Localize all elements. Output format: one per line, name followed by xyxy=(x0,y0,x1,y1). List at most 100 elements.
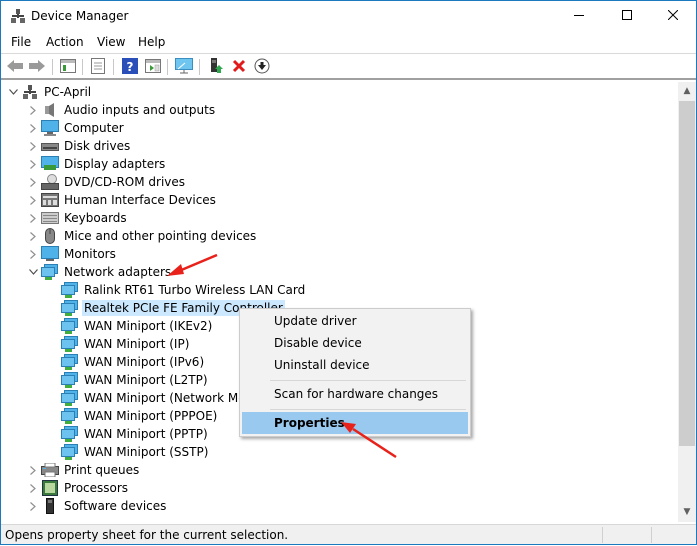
mouse-icon xyxy=(41,228,59,244)
tree-category-processors[interactable]: Processors xyxy=(25,479,130,497)
chevron-down-icon[interactable] xyxy=(25,263,41,281)
tree-device-item[interactable]: WAN Miniport (IP) xyxy=(45,335,191,353)
update-driver-button[interactable] xyxy=(207,57,225,76)
network-adapter-icon xyxy=(61,282,79,298)
scan-hardware-button[interactable] xyxy=(175,57,193,77)
tree-root-pc[interactable]: PC-April xyxy=(5,83,93,101)
tree-item-label: DVD/CD-ROM drives xyxy=(64,175,186,189)
context-menu-scan-hardware[interactable]: Scan for hardware changes xyxy=(242,383,468,405)
minimize-button[interactable] xyxy=(556,1,602,31)
toolbar-separator xyxy=(167,59,168,75)
scroll-down-button[interactable]: ▼ xyxy=(678,503,696,520)
scan-hardware-monitor-icon xyxy=(175,57,193,77)
menu-action[interactable]: Action xyxy=(46,35,84,49)
dvd-drive-icon xyxy=(41,174,59,190)
device-tree: PC-April Audio inputs and outputs Computer… xyxy=(1,82,678,522)
network-adapter-icon xyxy=(61,318,79,334)
tree-category-mice-and-other-pointing-devices[interactable]: Mice and other pointing devices xyxy=(25,227,258,245)
menu-bar: File Action View Help xyxy=(1,32,696,54)
status-text: Opens property sheet for the current sel… xyxy=(5,528,289,542)
tree-item-label: Display adapters xyxy=(64,157,166,171)
menu-view[interactable]: View xyxy=(97,35,125,49)
tree-category-disk-drives[interactable]: Disk drives xyxy=(25,137,132,155)
tree-item-label: WAN Miniport (L2TP) xyxy=(84,373,208,387)
tree-category-human-interface-devices[interactable]: Human Interface Devices xyxy=(25,191,218,209)
uninstall-device-button[interactable] xyxy=(230,58,248,76)
show-hide-console-tree-button[interactable] xyxy=(59,58,77,76)
chevron-right-icon[interactable] xyxy=(25,209,41,227)
network-adapter-icon xyxy=(61,408,79,424)
chevron-right-icon[interactable] xyxy=(25,191,41,209)
tree-category-keyboards[interactable]: Keyboards xyxy=(25,209,129,227)
context-menu-disable-device[interactable]: Disable device xyxy=(242,332,468,354)
tree-device-item[interactable]: WAN Miniport (SSTP) xyxy=(45,443,210,461)
tree-device-item[interactable]: WAN Miniport (PPPOE) xyxy=(45,407,219,425)
disable-device-button[interactable] xyxy=(253,58,271,76)
properties-button[interactable] xyxy=(89,57,107,76)
chevron-right-icon[interactable] xyxy=(25,497,41,515)
menu-help[interactable]: Help xyxy=(138,35,165,49)
tree-category-display-adapters[interactable]: Display adapters xyxy=(25,155,167,173)
chevron-right-icon[interactable] xyxy=(25,137,41,155)
tree-category-computer[interactable]: Computer xyxy=(25,119,126,137)
status-separator xyxy=(651,527,652,543)
vertical-scrollbar[interactable]: ▲ ▼ xyxy=(678,82,696,522)
tree-item-label: PC-April xyxy=(44,85,92,99)
tree-category-software-devices[interactable]: Software devices xyxy=(25,497,168,515)
chevron-up-icon: ▲ xyxy=(683,85,691,96)
tree-device-item[interactable]: WAN Miniport (PPTP) xyxy=(45,425,210,443)
chevron-right-icon[interactable] xyxy=(25,119,41,137)
chevron-down-icon[interactable] xyxy=(5,83,21,101)
tree-item-label: Network adapters xyxy=(64,265,172,279)
forward-button[interactable] xyxy=(28,58,46,76)
tree-device-item[interactable]: Ralink RT61 Turbo Wireless LAN Card xyxy=(45,281,307,299)
status-separator xyxy=(602,527,603,543)
chevron-right-icon[interactable] xyxy=(25,479,41,497)
tree-item-label: Ralink RT61 Turbo Wireless LAN Card xyxy=(84,283,306,297)
context-menu-separator xyxy=(270,409,466,410)
back-button[interactable] xyxy=(6,58,24,76)
tree-category-audio-inputs-and-outputs[interactable]: Audio inputs and outputs xyxy=(25,101,217,119)
chevron-right-icon[interactable] xyxy=(25,245,41,263)
title-bar[interactable]: Device Manager xyxy=(1,1,696,32)
tree-item-label: Human Interface Devices xyxy=(64,193,216,207)
uninstall-device-icon xyxy=(232,59,246,76)
no-chevron xyxy=(45,389,61,407)
toolbar-separator xyxy=(52,59,53,75)
maximize-icon xyxy=(622,9,632,23)
scroll-up-button[interactable]: ▲ xyxy=(678,82,696,99)
chevron-right-icon[interactable] xyxy=(25,101,41,119)
tree-category-monitors[interactable]: Monitors xyxy=(25,245,118,263)
no-chevron xyxy=(45,353,61,371)
tree-device-item[interactable]: WAN Miniport (IPv6) xyxy=(45,353,206,371)
tree-item-label: WAN Miniport (IPv6) xyxy=(84,355,205,369)
tree-item-label: Computer xyxy=(64,121,124,135)
status-bar: Opens property sheet for the current sel… xyxy=(1,524,696,544)
context-menu-uninstall-device[interactable]: Uninstall device xyxy=(242,354,468,376)
keyboard-icon xyxy=(41,210,59,226)
chevron-right-icon[interactable] xyxy=(25,173,41,191)
chevron-right-icon[interactable] xyxy=(25,461,41,479)
maximize-button[interactable] xyxy=(604,1,650,31)
minimize-icon xyxy=(574,9,584,23)
chevron-right-icon[interactable] xyxy=(25,155,41,173)
help-button[interactable]: ? xyxy=(121,57,139,76)
processor-icon xyxy=(41,480,59,496)
chevron-right-icon[interactable] xyxy=(25,227,41,245)
tree-device-item[interactable]: WAN Miniport (L2TP) xyxy=(45,371,210,389)
tree-item-label: WAN Miniport (IKEv2) xyxy=(84,319,213,333)
context-menu-label: Scan for hardware changes xyxy=(274,387,439,401)
context-menu-properties[interactable]: Properties xyxy=(242,412,468,434)
display-adapter-icon xyxy=(41,156,59,172)
context-menu-label: Properties xyxy=(274,416,345,430)
context-menu-update-driver[interactable]: Update driver xyxy=(242,310,468,332)
close-button[interactable] xyxy=(650,1,696,31)
tree-category-network-adapters[interactable]: Network adapters xyxy=(25,263,173,281)
monitor-icon xyxy=(41,246,59,262)
tree-device-item[interactable]: WAN Miniport (IKEv2) xyxy=(45,317,214,335)
menu-file[interactable]: File xyxy=(11,35,31,49)
tree-category-dvd-cd-rom-drives[interactable]: DVD/CD-ROM drives xyxy=(25,173,187,191)
scrollbar-thumb[interactable] xyxy=(679,101,695,446)
action-pane-button[interactable] xyxy=(144,58,162,76)
tree-category-print-queues[interactable]: Print queues xyxy=(25,461,141,479)
